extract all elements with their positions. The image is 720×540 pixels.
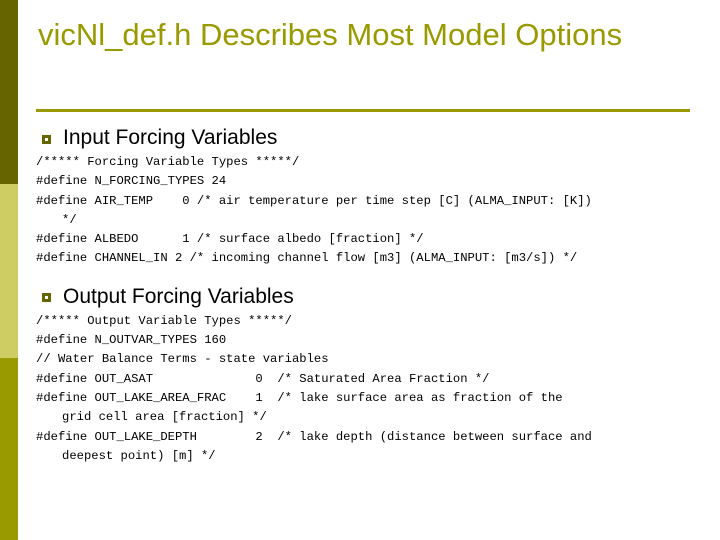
code-line: /***** Output Variable Types *****/ (36, 313, 292, 328)
slide-canvas: vicNl_def.h Describes Most Model Options… (0, 0, 720, 540)
code-line: #define N_OUTVAR_TYPES 160 (36, 333, 227, 348)
section-heading-label: Output Forcing Variables (63, 284, 294, 308)
slide-title: vicNl_def.h Describes Most Model Options (38, 17, 623, 52)
code-line: /***** Forcing Variable Types *****/ (36, 155, 300, 169)
square-bullet-icon (42, 134, 51, 144)
code-line: #define AIR_TEMP 0 /* air temperature pe… (36, 193, 592, 208)
code-line: #define CHANNEL_IN 2 /* incoming channel… (36, 251, 578, 266)
square-bullet-icon (42, 293, 51, 303)
accent-segment-middle (0, 184, 18, 358)
code-block-input: /***** Forcing Variable Types *****/ #de… (36, 153, 696, 269)
code-line-continuation: */ (62, 212, 77, 227)
code-line-continuation: deepest point) [m] */ (62, 448, 216, 463)
accent-segment-bottom (0, 358, 18, 540)
section-heading-row: Output Forcing Variables (36, 285, 696, 309)
slide-title-block: vicNl_def.h Describes Most Model Options (38, 16, 690, 54)
title-underline-rule (36, 109, 690, 112)
code-line: #define OUT_LAKE_DEPTH 2 /* lake depth (… (36, 429, 592, 444)
code-line: // Water Balance Terms - state variables (36, 352, 329, 367)
code-line-continuation: grid cell area [fraction] */ (62, 410, 267, 425)
section-output-forcing-variables: Output Forcing Variables /***** Output V… (36, 285, 696, 466)
slide-body: Input Forcing Variables /***** Forcing V… (36, 126, 696, 466)
code-line: #define N_FORCING_TYPES 24 (36, 174, 227, 189)
code-line: #define OUT_LAKE_AREA_FRAC 1 /* lake sur… (36, 390, 563, 405)
code-line: #define OUT_ASAT 0 /* Saturated Area Fra… (36, 371, 490, 386)
section-input-forcing-variables: Input Forcing Variables /***** Forcing V… (36, 126, 696, 269)
section-heading-label: Input Forcing Variables (63, 126, 278, 149)
accent-segment-top (0, 0, 18, 184)
left-accent-bar (0, 0, 18, 540)
code-line: #define ALBEDO 1 /* surface albedo [frac… (36, 232, 424, 247)
code-block-output: /***** Output Variable Types *****/ #def… (36, 312, 696, 466)
section-heading-row: Input Forcing Variables (36, 126, 696, 150)
